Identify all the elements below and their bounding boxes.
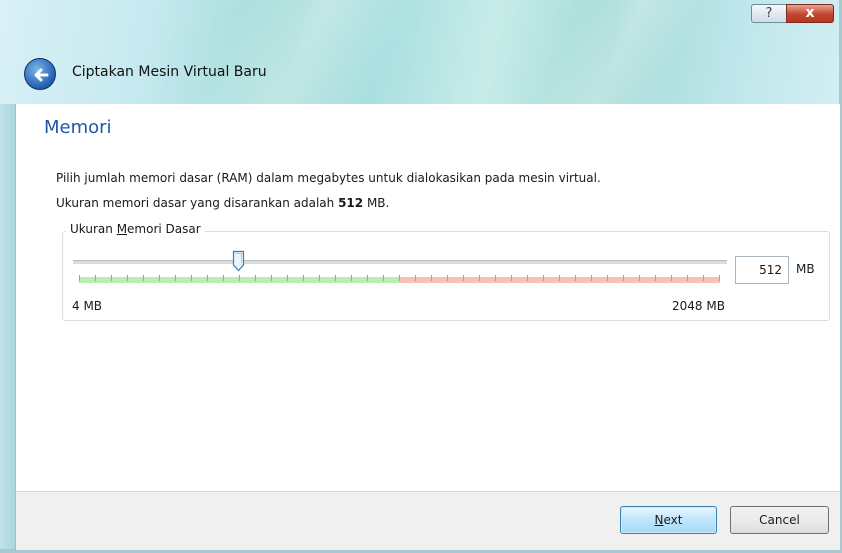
memory-unit-label: MB [796,262,815,276]
slider-min-label: 4 MB [72,299,103,313]
recommendation-text: Ukuran memori dasar yang disarankan adal… [56,196,390,210]
back-arrow-icon [34,68,49,82]
recommended-value: 512 [338,196,364,210]
slider-max-label: 2048 MB [672,299,725,313]
memory-group-label: Ukuran Memori Dasar [66,222,205,236]
cancel-button[interactable]: Cancel [730,506,829,534]
title-bar [0,0,842,104]
close-icon: x [805,5,815,21]
close-button[interactable]: x [786,4,834,23]
next-button[interactable]: Next [620,506,717,534]
memory-slider-track[interactable] [73,260,727,264]
back-button[interactable] [24,58,56,90]
help-icon: ? [765,6,773,21]
slider-ticks [79,275,720,281]
description-text: Pilih jumlah memori dasar (RAM) dalam me… [56,171,601,185]
page-title: Memori [44,117,112,138]
wizard-window: ? x Ciptakan Mesin Virtual Baru Memori P… [0,0,842,553]
wizard-title: Ciptakan Mesin Virtual Baru [72,64,267,80]
memory-slider-thumb[interactable] [232,250,245,272]
memory-size-input[interactable]: 512 [735,256,789,284]
help-button[interactable]: ? [751,4,787,23]
